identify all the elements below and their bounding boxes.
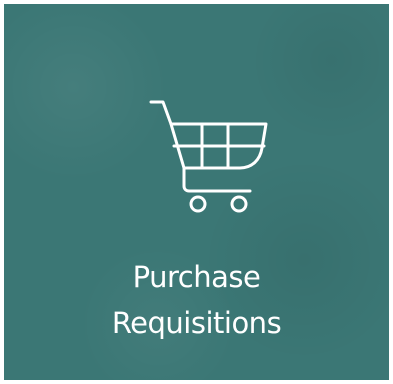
tile-title-line1: Purchase xyxy=(132,260,261,294)
shopping-cart-icon xyxy=(149,100,268,213)
tile-frame: Purchase Requisitions xyxy=(0,0,393,384)
tile-title-line2: Requisitions xyxy=(111,306,282,340)
purchase-requisitions-tile[interactable]: Purchase Requisitions xyxy=(4,4,389,380)
